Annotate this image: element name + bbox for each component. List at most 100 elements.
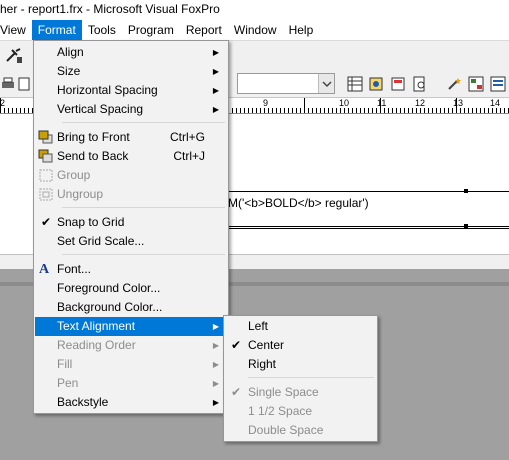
ruler-tick [428,108,429,113]
layout-icon[interactable] [468,76,484,92]
ruler-tick [376,108,377,113]
ruler-tick [388,108,389,113]
bring-to-front-icon [38,130,53,144]
menu-item-reading-order[interactable]: Reading Order ▶ [35,336,227,355]
menu-item-font[interactable]: A Font... [35,260,227,279]
ruler-tick [240,108,241,113]
ruler-tick [252,108,253,113]
ruler-tick [452,108,453,113]
menu-separator [62,207,225,208]
ruler-tick [12,108,13,113]
ruler-label: 13 [453,98,464,108]
submenu-item-one-half-space[interactable]: 1 1/2 Space [225,402,376,421]
chevron-right-icon: ▶ [212,341,219,350]
menu-item-bring-to-front[interactable]: Bring to Front Ctrl+G [35,128,227,147]
ruler-tick [400,108,401,113]
ruler-tick [24,108,25,113]
ruler-tick [332,108,333,113]
band-line [228,228,509,229]
data-env-icon[interactable] [368,76,384,92]
menu-view[interactable]: View [0,20,32,40]
menu-item-vertical-spacing[interactable]: Vertical Spacing ▶ [35,100,227,119]
menu-item-group[interactable]: Group [35,166,227,185]
report-grid-icon[interactable] [347,76,363,92]
ruler-tick [476,108,477,113]
report-field[interactable]: M('<b>BOLD</b> regular') [228,196,369,210]
ruler-tick [348,108,349,113]
chevron-right-icon: ▶ [212,322,219,331]
ruler-tick [28,108,29,113]
chevron-down-icon[interactable] [318,74,334,93]
properties-icon[interactable] [390,76,406,92]
menu-item-pen[interactable]: Pen ▶ [35,374,227,393]
menu-item-fill[interactable]: Fill ▶ [35,355,227,374]
wizard-icon[interactable] [446,76,462,92]
menu-item-send-to-back[interactable]: Send to Back Ctrl+J [35,147,227,166]
format-menu: Align ▶ Size ▶ Horizontal Spacing ▶ Vert… [33,40,229,414]
zoom-page-icon[interactable] [412,76,428,92]
ruler-tick [300,108,301,113]
ruler-tick [424,108,425,113]
group-icon [39,169,53,182]
menu-report[interactable]: Report [180,20,228,40]
ruler-tick [244,108,245,113]
menu-help[interactable]: Help [283,20,320,40]
print-icon[interactable] [0,76,16,92]
submenu-item-double-space[interactable]: Double Space [225,421,376,440]
menu-item-background-color[interactable]: Background Color... [35,298,227,317]
ruler-tick [256,108,257,113]
ruler-tick [464,108,465,113]
menu-program[interactable]: Program [122,20,180,40]
ruler-tick [448,108,449,113]
text-alignment-submenu: Left ✔ Center Right ✔ Single Space 1 1/2… [223,315,378,442]
ruler-tick [496,108,497,113]
menu-tools[interactable]: Tools [82,20,122,40]
ruler-tick [328,108,329,113]
submenu-item-left[interactable]: Left [225,317,376,336]
ruler-tick [500,108,501,113]
menu-item-snap-to-grid[interactable]: ✔ Snap to Grid [35,213,227,232]
ruler-tick [292,108,293,113]
menu-item-set-grid-scale[interactable]: Set Grid Scale... [35,232,227,251]
ruler-tick [436,108,437,113]
submenu-item-right[interactable]: Right [225,355,376,374]
ruler-tick [360,108,361,113]
ruler-tick [0,98,1,113]
ruler-tick [404,108,405,113]
ruler-tick [236,108,237,113]
menu-item-text-alignment[interactable]: Text Alignment ▶ [35,317,227,336]
ruler-tick [284,108,285,113]
ruler-tick [344,108,345,113]
preview-icon[interactable] [17,76,31,92]
ruler-tick [488,108,489,113]
submenu-item-single-space[interactable]: ✔ Single Space [225,383,376,402]
menu-item-align[interactable]: Align ▶ [35,43,227,62]
menu-format[interactable]: Format [31,20,82,40]
ruler-tick [248,108,249,113]
ruler-tick [468,108,469,113]
ruler-tick [416,108,417,113]
font-combo[interactable] [237,73,335,94]
menu-item-size[interactable]: Size ▶ [35,62,227,81]
ruler-tick [420,108,421,113]
send-to-back-icon [38,149,53,163]
controls-icon[interactable] [490,76,506,92]
ruler-tick [368,108,369,113]
ruler-tick [356,108,357,113]
menu-item-backstyle[interactable]: Backstyle ▶ [35,393,227,412]
menu-window[interactable]: Window [228,20,283,40]
tools-icon[interactable] [4,47,24,65]
submenu-item-center[interactable]: ✔ Center [225,336,376,355]
ruler-tick [16,108,17,113]
checkmark-icon: ✔ [231,338,242,352]
menu-item-ungroup[interactable]: Ungroup [35,185,227,204]
selection-handle[interactable] [464,189,468,193]
menu-item-horizontal-spacing[interactable]: Horizontal Spacing ▶ [35,81,227,100]
chevron-right-icon: ▶ [212,86,219,95]
selection-handle[interactable] [464,224,468,228]
checkmark-icon: ✔ [41,215,52,229]
ruler-tick [432,108,433,113]
ruler-tick [408,108,409,113]
ruler-tick [312,108,313,113]
menu-item-foreground-color[interactable]: Foreground Color... [35,279,227,298]
